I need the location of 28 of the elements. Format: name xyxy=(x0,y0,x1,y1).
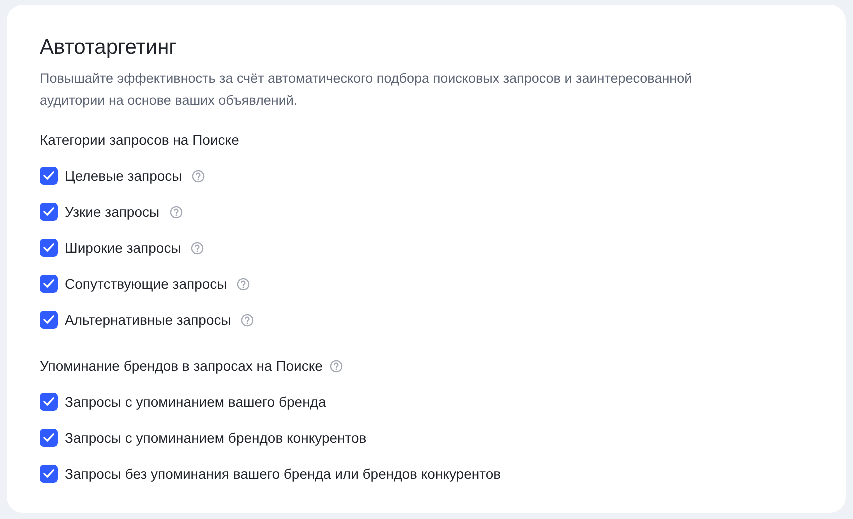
option-label: Сопутствующие запросы xyxy=(65,274,228,294)
check-icon xyxy=(43,243,55,253)
check-icon xyxy=(43,207,55,217)
option-label: Широкие запросы xyxy=(65,238,182,258)
check-icon xyxy=(43,279,55,289)
description: Повышайте эффективность за счёт автоматического подбора поисковых запросов и заинтересованной аудитории на основе ваших объявлений. xyxy=(40,70,694,110)
checkbox[interactable] xyxy=(40,167,58,185)
option-label: Узкие запросы xyxy=(65,202,160,222)
checkbox[interactable] xyxy=(40,429,58,447)
option-label: Запросы без упоминания вашего бренда или брендов конкурентов xyxy=(65,464,502,484)
section-title: Автотаргетинг xyxy=(40,35,178,61)
check-icon xyxy=(43,315,55,325)
check-icon xyxy=(43,171,55,181)
checkbox[interactable] xyxy=(40,465,58,483)
check-icon xyxy=(43,469,55,479)
option-label: Целевые запросы xyxy=(65,166,182,186)
option-label: Запросы с упоминанием вашего бренда xyxy=(65,392,326,412)
group-heading: Категории запросов на Поиске xyxy=(40,130,240,150)
group-heading: Упоминание брендов в запросах на Поиске xyxy=(40,356,323,376)
checkbox[interactable] xyxy=(40,275,58,293)
option-label: Альтернативные запросы xyxy=(65,310,232,330)
checkbox[interactable] xyxy=(40,311,58,329)
check-icon xyxy=(43,397,55,407)
checkbox[interactable] xyxy=(40,203,58,221)
option-label: Запросы с упоминанием брендов конкурентов xyxy=(65,428,367,448)
check-icon xyxy=(43,433,55,443)
checkbox[interactable] xyxy=(40,393,58,411)
checkbox[interactable] xyxy=(40,239,58,257)
